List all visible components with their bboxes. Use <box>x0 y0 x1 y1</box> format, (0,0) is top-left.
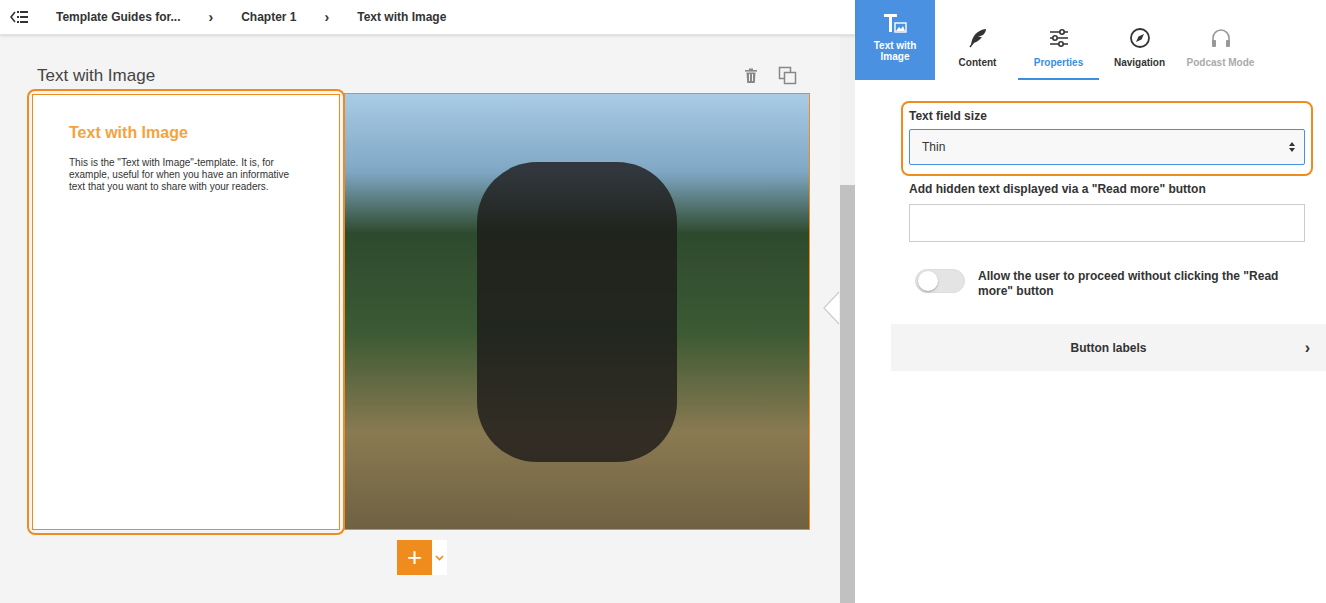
sidebar-tab[interactable]: Properties <box>1018 0 1099 80</box>
page-title: Text with Image <box>37 65 155 87</box>
select-arrows-icon <box>1288 141 1296 153</box>
breadcrumb-separator: › <box>325 7 330 28</box>
sidebar-tab[interactable]: Navigation <box>1099 0 1180 80</box>
menu-icon[interactable] <box>10 9 28 25</box>
text-image-icon <box>883 12 907 36</box>
template-tab[interactable]: Text with Image <box>855 0 935 80</box>
add-row: + <box>0 540 840 575</box>
chevron-right: › <box>1305 336 1310 360</box>
copy-icon[interactable] <box>778 66 798 86</box>
card: Text with Image This is the "Text with Im… <box>27 89 840 535</box>
sidebar-tab[interactable]: Content <box>937 0 1018 80</box>
scrollbar-thumb[interactable] <box>840 185 855 603</box>
properties-panel: Text with Image Content Properties Navigati… <box>855 0 1326 603</box>
canvas-content: Text with Image Text with Image This is th… <box>0 35 840 603</box>
button-labels-row[interactable]: Button labels› <box>891 324 1326 371</box>
feather-icon <box>967 27 989 49</box>
canvas: Text with Image Text with Image This is th… <box>0 35 855 603</box>
tab-bar: Text with Image Content Properties Navigati… <box>855 0 1326 80</box>
field-label: Add hidden text displayed via a "Read mo… <box>909 181 1305 197</box>
card-heading: Text with Image <box>69 123 303 143</box>
row-label: Button labels <box>891 339 1326 357</box>
proceed-toggle-row: Allow the user to proceed without clicki… <box>915 269 1305 299</box>
add-button[interactable]: + <box>397 540 432 575</box>
breadcrumb-bar: Template Guides for... › Chapter 1 › Text wi… <box>0 0 855 35</box>
tab-label: Navigation <box>1114 55 1165 70</box>
toggle-label: Allow the user to proceed without clicki… <box>978 269 1298 299</box>
collapse-arrow-icon[interactable] <box>822 291 840 325</box>
tab-label: Podcast Mode <box>1187 55 1255 70</box>
image[interactable] <box>344 93 810 530</box>
sidebar-tab: Podcast Mode <box>1180 0 1261 80</box>
editor-pane: Template Guides for... › Chapter 1 › Text wi… <box>0 0 855 603</box>
page-header: Text with Image <box>0 35 840 92</box>
breadcrumb-item[interactable]: Template Guides for... <box>56 8 180 26</box>
field-label: Text field size <box>909 108 1305 124</box>
size-select[interactable]: Thin <box>909 129 1305 165</box>
select-value: Thin <box>922 138 945 156</box>
tab-label: Content <box>959 55 997 70</box>
text-panel[interactable]: Text with Image This is the "Text with Im… <box>27 89 345 535</box>
hidden-text-group: Add hidden text displayed via a "Read mo… <box>909 181 1305 242</box>
dog-figure <box>477 162 677 462</box>
breadcrumb-item[interactable]: Chapter 1 <box>241 8 296 26</box>
text-field-size-group: Text field size Thin <box>901 101 1313 176</box>
trash-icon[interactable] <box>744 68 758 84</box>
headphones-icon <box>1210 27 1232 49</box>
tab-label: Properties <box>1034 55 1083 70</box>
card-body: This is the "Text with Image"-template. … <box>69 157 301 193</box>
chevron-down-icon[interactable] <box>432 540 447 575</box>
hidden-text-input[interactable] <box>909 204 1305 242</box>
breadcrumb-separator: › <box>208 7 213 28</box>
template-label: Text with Image <box>865 40 925 62</box>
compass-icon <box>1129 27 1151 49</box>
proceed-toggle[interactable] <box>915 269 965 293</box>
breadcrumb-item[interactable]: Text with Image <box>357 8 446 26</box>
sliders-icon <box>1048 27 1070 49</box>
scrollbar[interactable] <box>840 35 855 603</box>
